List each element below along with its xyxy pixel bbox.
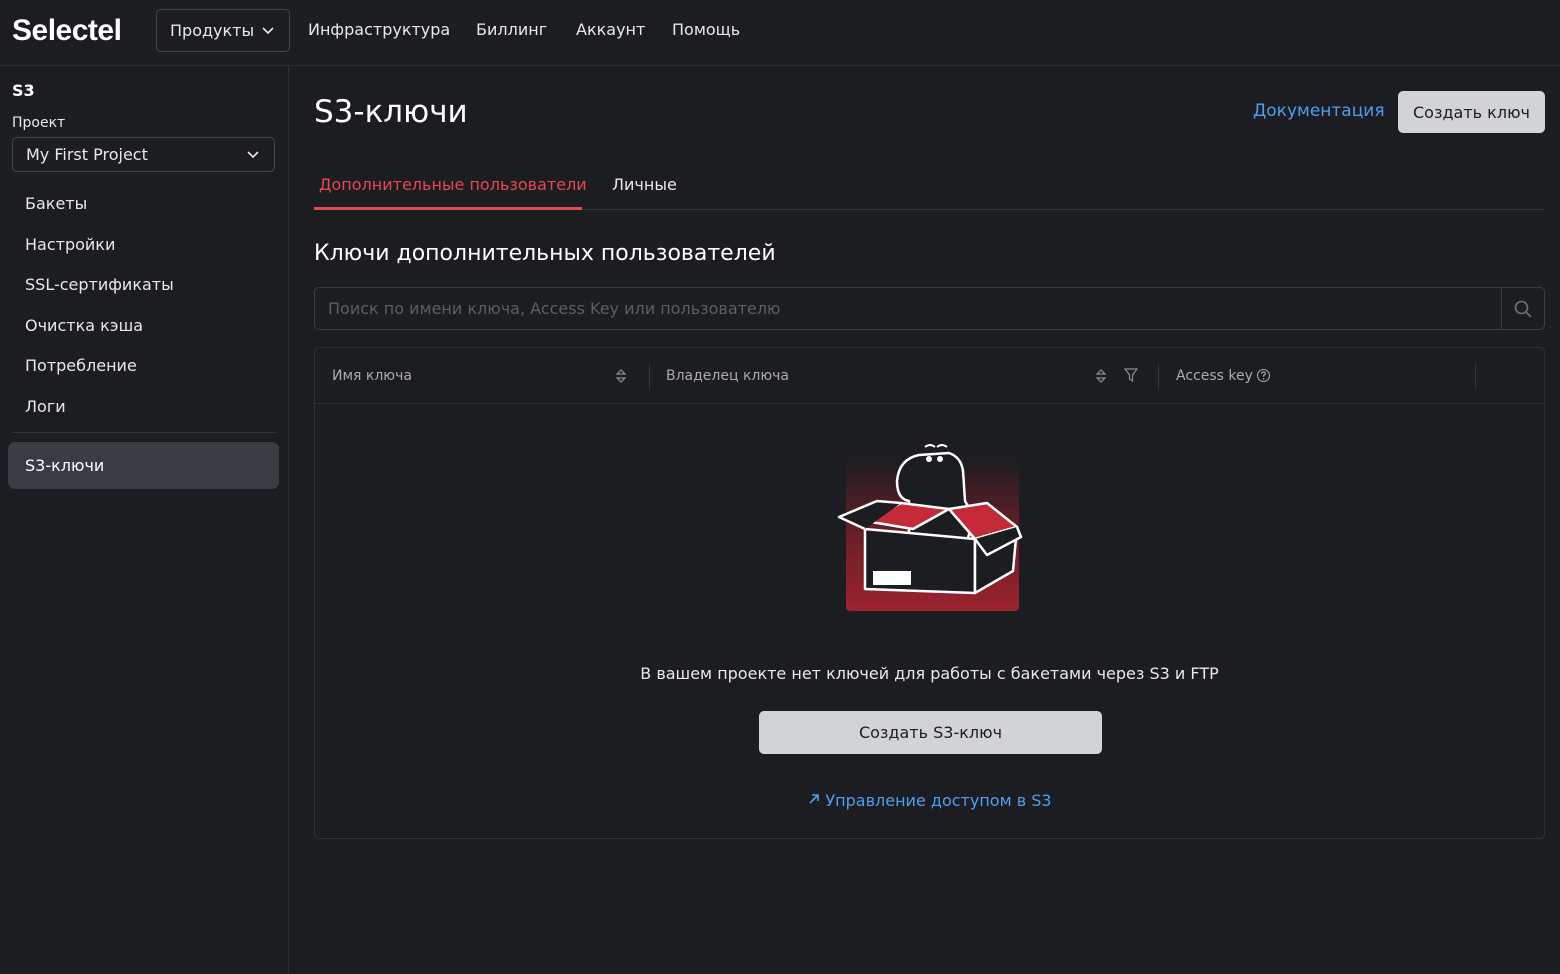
section-title: Ключи дополнительных пользователей (314, 241, 776, 266)
external-arrow-icon (809, 794, 820, 804)
keys-table: Имя ключа Владелец ключа Access key В ва… (314, 347, 1545, 839)
sidebar-item-consumption[interactable]: Потребление (25, 356, 137, 375)
sidebar: S3 Проект My First Project Бакеты Настро… (0, 66, 289, 974)
tab-additional-users[interactable]: Дополнительные пользователи (319, 175, 587, 194)
filter-icon[interactable] (1123, 367, 1139, 383)
search-input[interactable] (315, 288, 1502, 329)
sort-icon[interactable] (1095, 368, 1107, 384)
nav-billing[interactable]: Биллинг (476, 20, 547, 39)
project-select[interactable]: My First Project (12, 137, 275, 172)
empty-box-dino-illustration (837, 444, 1023, 611)
nav-help[interactable]: Помощь (672, 20, 740, 39)
tab-personal[interactable]: Личные (612, 175, 677, 194)
sidebar-item-buckets[interactable]: Бакеты (25, 194, 87, 213)
table-header: Имя ключа Владелец ключа Access key (315, 348, 1544, 404)
sidebar-item-s3-keys[interactable]: S3-ключи (8, 442, 279, 489)
nav-infrastructure[interactable]: Инфраструктура (308, 20, 450, 39)
s3-access-link-label: Управление доступом в S3 (825, 791, 1052, 810)
column-separator (1475, 364, 1476, 389)
top-navigation-bar: Selectel Продукты Инфраструктура Биллинг… (0, 0, 1560, 66)
search-box (314, 287, 1545, 330)
sidebar-divider (12, 432, 275, 433)
column-header-key-owner[interactable]: Владелец ключа (666, 368, 789, 384)
sidebar-item-ssl[interactable]: SSL-сертификаты (25, 275, 174, 294)
service-title: S3 (12, 81, 35, 100)
project-label: Проект (12, 115, 66, 131)
sidebar-item-settings[interactable]: Настройки (25, 235, 115, 254)
search-icon (1514, 300, 1532, 318)
column-header-key-name[interactable]: Имя ключа (332, 368, 412, 384)
chevron-down-icon (247, 151, 259, 159)
column-separator (649, 364, 650, 389)
documentation-link[interactable]: Документация (1253, 101, 1385, 121)
project-select-value: My First Project (26, 145, 148, 164)
products-dropdown[interactable]: Продукты (156, 9, 290, 52)
nav-account[interactable]: Аккаунт (576, 20, 645, 39)
create-s3-key-button[interactable]: Создать S3-ключ (759, 711, 1102, 754)
sidebar-item-cache-purge[interactable]: Очистка кэша (25, 316, 143, 335)
column-separator (1158, 364, 1159, 389)
search-button[interactable] (1501, 288, 1544, 329)
sort-icon[interactable] (615, 368, 627, 384)
page-title: S3-ключи (314, 94, 468, 130)
help-icon[interactable] (1256, 368, 1271, 383)
create-key-button[interactable]: Создать ключ (1398, 91, 1545, 133)
empty-state-message: В вашем проекте нет ключей для работы с … (640, 664, 1219, 683)
sidebar-item-logs[interactable]: Логи (25, 397, 66, 416)
column-header-access-key[interactable]: Access key (1176, 368, 1253, 384)
products-label: Продукты (170, 21, 255, 40)
chevron-down-icon (262, 27, 274, 35)
s3-access-management-link[interactable]: Управление доступом в S3 (315, 791, 1544, 810)
active-tab-indicator (314, 207, 582, 210)
selectel-logo[interactable]: Selectel (12, 14, 122, 48)
